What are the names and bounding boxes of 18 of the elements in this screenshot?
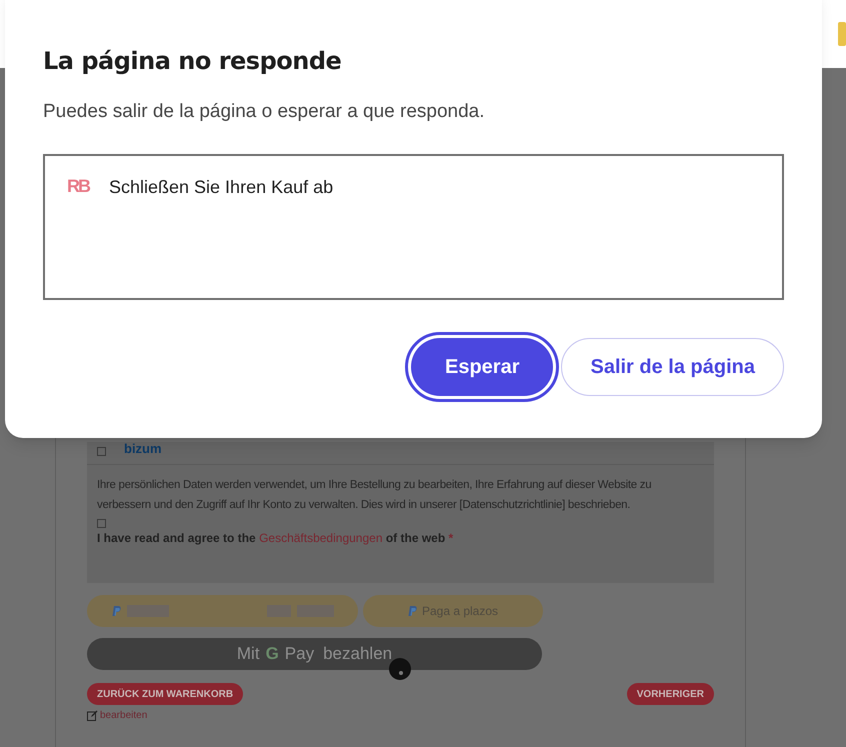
edit-icon <box>87 710 98 721</box>
dialog-message: Puedes salir de la página o esperar a que responda. <box>43 100 486 124</box>
wait-button[interactable]: Esperar <box>410 338 554 396</box>
leave-page-button[interactable]: Salir de la página <box>561 338 784 396</box>
paypal-button[interactable] <box>87 595 358 627</box>
privacy-text: Ihre persönlichen Daten werden verwendet, um Ihre Bestellung zu bearbeiten, Ihre Erfahrung auf dieser Website zu verbessern und den Zugriff auf Ihr Konto zu verwalten. Dies wird in unserer [Datenschutzrichtlinie] beschrieben. <box>97 478 652 513</box>
page-favicon: RB <box>67 174 89 196</box>
payment-checkbox[interactable] <box>97 447 106 456</box>
paypal-icon <box>112 606 121 616</box>
back-to-cart-button[interactable]: ZURÜCK ZUM WARENKORB <box>87 683 244 705</box>
page-title: Schließen Sie Ihren Kauf ab <box>109 176 334 198</box>
dialog-title: La página no responde <box>43 46 342 77</box>
paypal-icon <box>408 606 417 616</box>
terms-checkbox[interactable] <box>97 518 106 528</box>
payment-option-label: bizum <box>124 442 162 456</box>
google-pay-button[interactable]: Mit G Pay bezahlen <box>87 638 542 670</box>
previous-button[interactable]: VORHERIGER <box>626 683 714 705</box>
terms-label: I have read and agree to the Geschäftsbedingungen of the web * <box>97 530 454 547</box>
